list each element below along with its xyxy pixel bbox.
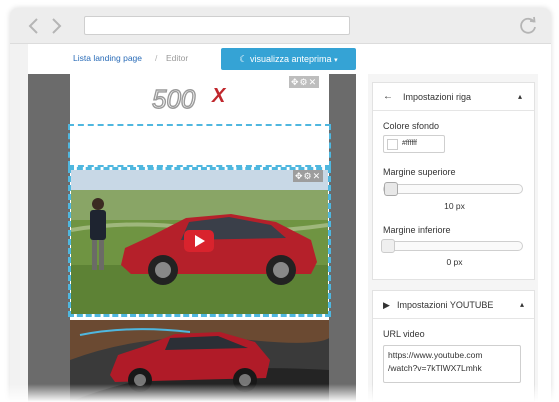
breadcrumb-current: Editor: [166, 53, 189, 63]
page-content: Lista landing page / Editor ☾ visualizza…: [28, 44, 551, 402]
preview-button[interactable]: ☾ visualizza anteprima ▾: [221, 48, 356, 70]
row-tools[interactable]: ✥⚙✕: [289, 76, 320, 88]
top-margin-value: 10 px: [444, 201, 465, 211]
bottom-margin-label: Margine inferiore: [383, 225, 451, 235]
bottom-margin-value: 0 px: [446, 257, 463, 267]
bg-color-input[interactable]: #ffffff: [383, 135, 445, 153]
address-bar[interactable]: [84, 16, 350, 35]
moon-icon: ☾: [239, 54, 248, 64]
row-settings-title: Impostazioni riga: [403, 92, 472, 102]
svg-text:500: 500: [152, 84, 196, 112]
youtube-video-row[interactable]: ✥⚙✕: [68, 167, 331, 317]
breadcrumb-separator: /: [155, 53, 158, 63]
bottom-margin-handle[interactable]: [381, 239, 395, 253]
logo-row[interactable]: 500 X ✥⚙✕: [70, 74, 329, 124]
youtube-icon: ▶: [383, 300, 390, 310]
video-url-line-2: /watch?v=7kTlWX7Lmhk: [388, 363, 482, 373]
svg-text:X: X: [211, 85, 227, 107]
video-url-label: URL video: [383, 329, 425, 339]
video-url-line-1: https://www.youtube.com: [388, 350, 483, 360]
landing-canvas: 500 X ✥⚙✕ ✥⚙✕: [68, 74, 331, 402]
collapse-caret-icon[interactable]: ▴: [518, 83, 522, 111]
forward-arrow-icon[interactable]: [46, 16, 66, 36]
breadcrumb-landing-list[interactable]: Lista landing page: [73, 53, 142, 63]
color-swatch: [387, 139, 398, 150]
editor-topbar: Lista landing page / Editor ☾ visualizza…: [28, 44, 368, 74]
collapse-caret-icon[interactable]: ▴: [520, 291, 524, 319]
browser-toolbar: [10, 8, 551, 44]
bg-color-label: Colore sfondo: [383, 121, 440, 131]
bottom-margin-slider[interactable]: [381, 239, 523, 253]
bg-color-value: #ffffff: [402, 140, 417, 147]
video-url-textarea[interactable]: https://www.youtube.com /watch?v=7kTlWX7…: [383, 345, 521, 383]
youtube-settings-title: Impostazioni YOUTUBE: [397, 300, 494, 310]
top-margin-label: Margine superiore: [383, 167, 456, 177]
row-settings-panel: ← Impostazioni riga ▴ Colore sfondo #fff…: [372, 82, 535, 280]
back-arrow-icon[interactable]: ←: [383, 83, 393, 111]
back-arrow-icon[interactable]: [24, 16, 44, 36]
preview-button-label: visualizza anteprima: [250, 54, 332, 64]
row-settings-header[interactable]: ← Impostazioni riga ▴: [373, 83, 534, 111]
bottom-fade: [0, 384, 559, 402]
top-margin-slider[interactable]: [383, 182, 523, 196]
video-thumbnail: [71, 170, 328, 314]
youtube-settings-header[interactable]: ▶ Impostazioni YOUTUBE ▴: [373, 291, 534, 319]
reload-icon[interactable]: [517, 15, 539, 37]
empty-spacer-row[interactable]: [68, 124, 331, 167]
fiat-500x-logo: 500 X: [148, 83, 248, 114]
caret-down-icon: ▾: [334, 57, 338, 64]
browser-window: Lista landing page / Editor ☾ visualizza…: [10, 8, 551, 402]
editor-area: 500 X ✥⚙✕ ✥⚙✕: [28, 74, 356, 402]
video-row-tools[interactable]: ✥⚙✕: [293, 170, 324, 182]
settings-sidebar: ← Impostazioni riga ▴ Colore sfondo #fff…: [368, 74, 538, 402]
top-margin-handle[interactable]: [384, 182, 398, 196]
